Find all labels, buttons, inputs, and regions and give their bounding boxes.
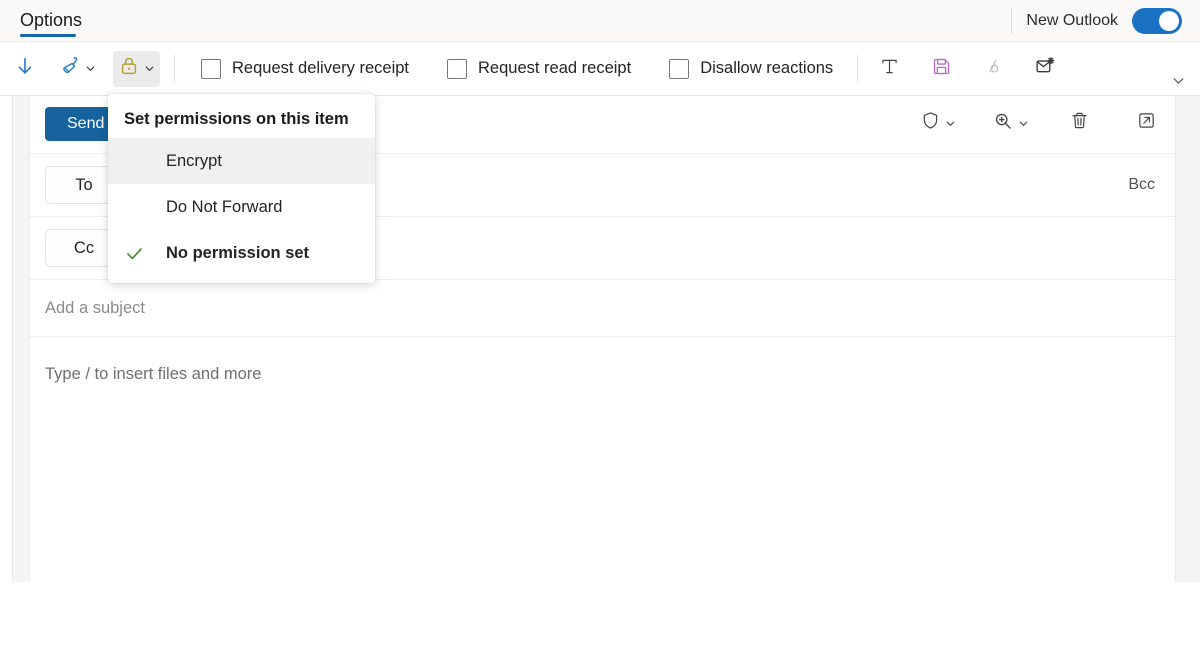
- mail-settings-button[interactable]: [1026, 51, 1064, 87]
- chevron-down-icon[interactable]: [944, 118, 956, 129]
- disallow-reactions-label: Disallow reactions: [700, 59, 833, 78]
- sensitivity-button[interactable]: [914, 104, 962, 142]
- divider: [174, 55, 175, 83]
- bcc-link[interactable]: Bcc: [1128, 176, 1155, 194]
- chevron-down-icon[interactable]: [84, 63, 96, 74]
- divider: [857, 55, 858, 83]
- shield-icon: [920, 110, 941, 136]
- menu-item-encrypt[interactable]: Encrypt: [108, 138, 375, 184]
- paint-brush-icon: [59, 55, 81, 82]
- chevron-down-icon[interactable]: [1017, 118, 1029, 129]
- request-read-receipt-label: Request read receipt: [478, 59, 631, 78]
- options-toolbar: Request delivery receipt Request read re…: [0, 42, 1200, 96]
- save-button[interactable]: [922, 51, 960, 87]
- set-permissions-button[interactable]: [113, 51, 160, 87]
- magnifier-plus-icon: [992, 110, 1014, 137]
- signature-icon: [983, 56, 1004, 82]
- open-in-new-window-icon: [1136, 110, 1157, 136]
- menu-item-encrypt-label: Encrypt: [166, 152, 222, 171]
- plain-text-button[interactable]: [870, 51, 908, 87]
- body-input[interactable]: Type / to insert files and more: [45, 365, 261, 384]
- pop-out-button[interactable]: [1130, 104, 1163, 142]
- set-permissions-menu: Set permissions on this item Encrypt Do …: [108, 94, 375, 283]
- plain-text-icon: [879, 56, 900, 82]
- new-outlook-switch-group: New Outlook: [1011, 0, 1182, 42]
- ribbon-tab-bar: Options New Outlook: [0, 0, 1200, 42]
- toolbar-overflow-button[interactable]: [1166, 68, 1190, 92]
- request-delivery-receipt-label: Request delivery receipt: [232, 59, 409, 78]
- divider: [1011, 8, 1012, 34]
- checkbox-box[interactable]: [669, 59, 689, 79]
- menu-header: Set permissions on this item: [108, 100, 375, 138]
- trash-icon: [1069, 110, 1090, 136]
- message-body[interactable]: Type / to insert files and more: [30, 337, 1175, 645]
- tab-options-indicator: [20, 34, 76, 37]
- new-outlook-label: New Outlook: [1026, 12, 1118, 30]
- chevron-down-icon[interactable]: [143, 63, 155, 74]
- disallow-reactions-checkbox[interactable]: Disallow reactions: [661, 51, 841, 87]
- signature-button[interactable]: [974, 51, 1012, 87]
- checkbox-box[interactable]: [201, 59, 221, 79]
- request-read-receipt-checkbox[interactable]: Request read receipt: [439, 51, 639, 87]
- menu-item-no-permission-set-label: No permission set: [166, 244, 309, 263]
- new-outlook-toggle[interactable]: [1132, 8, 1182, 34]
- tab-options-label: Options: [20, 10, 82, 31]
- format-painter-button[interactable]: [54, 51, 101, 87]
- download-arrow-button[interactable]: [8, 51, 42, 87]
- save-icon: [931, 56, 952, 82]
- compose-action-icons: [914, 104, 1163, 142]
- checkmark-icon: [124, 243, 166, 264]
- subject-row[interactable]: Add a subject: [30, 280, 1175, 337]
- subject-input[interactable]: Add a subject: [45, 299, 145, 318]
- zoom-button[interactable]: [986, 104, 1035, 142]
- toggle-knob: [1159, 11, 1179, 31]
- discard-button[interactable]: [1063, 104, 1096, 142]
- menu-item-do-not-forward-label: Do Not Forward: [166, 198, 282, 217]
- arrow-down-icon: [14, 55, 36, 82]
- menu-item-no-permission-set[interactable]: No permission set: [108, 230, 375, 276]
- menu-item-do-not-forward[interactable]: Do Not Forward: [108, 184, 375, 230]
- mail-gear-icon: [1034, 55, 1056, 82]
- left-rail: [0, 96, 13, 582]
- request-delivery-receipt-checkbox[interactable]: Request delivery receipt: [193, 51, 417, 87]
- lock-icon: [118, 55, 140, 82]
- tab-options[interactable]: Options: [14, 3, 88, 37]
- checkbox-box[interactable]: [447, 59, 467, 79]
